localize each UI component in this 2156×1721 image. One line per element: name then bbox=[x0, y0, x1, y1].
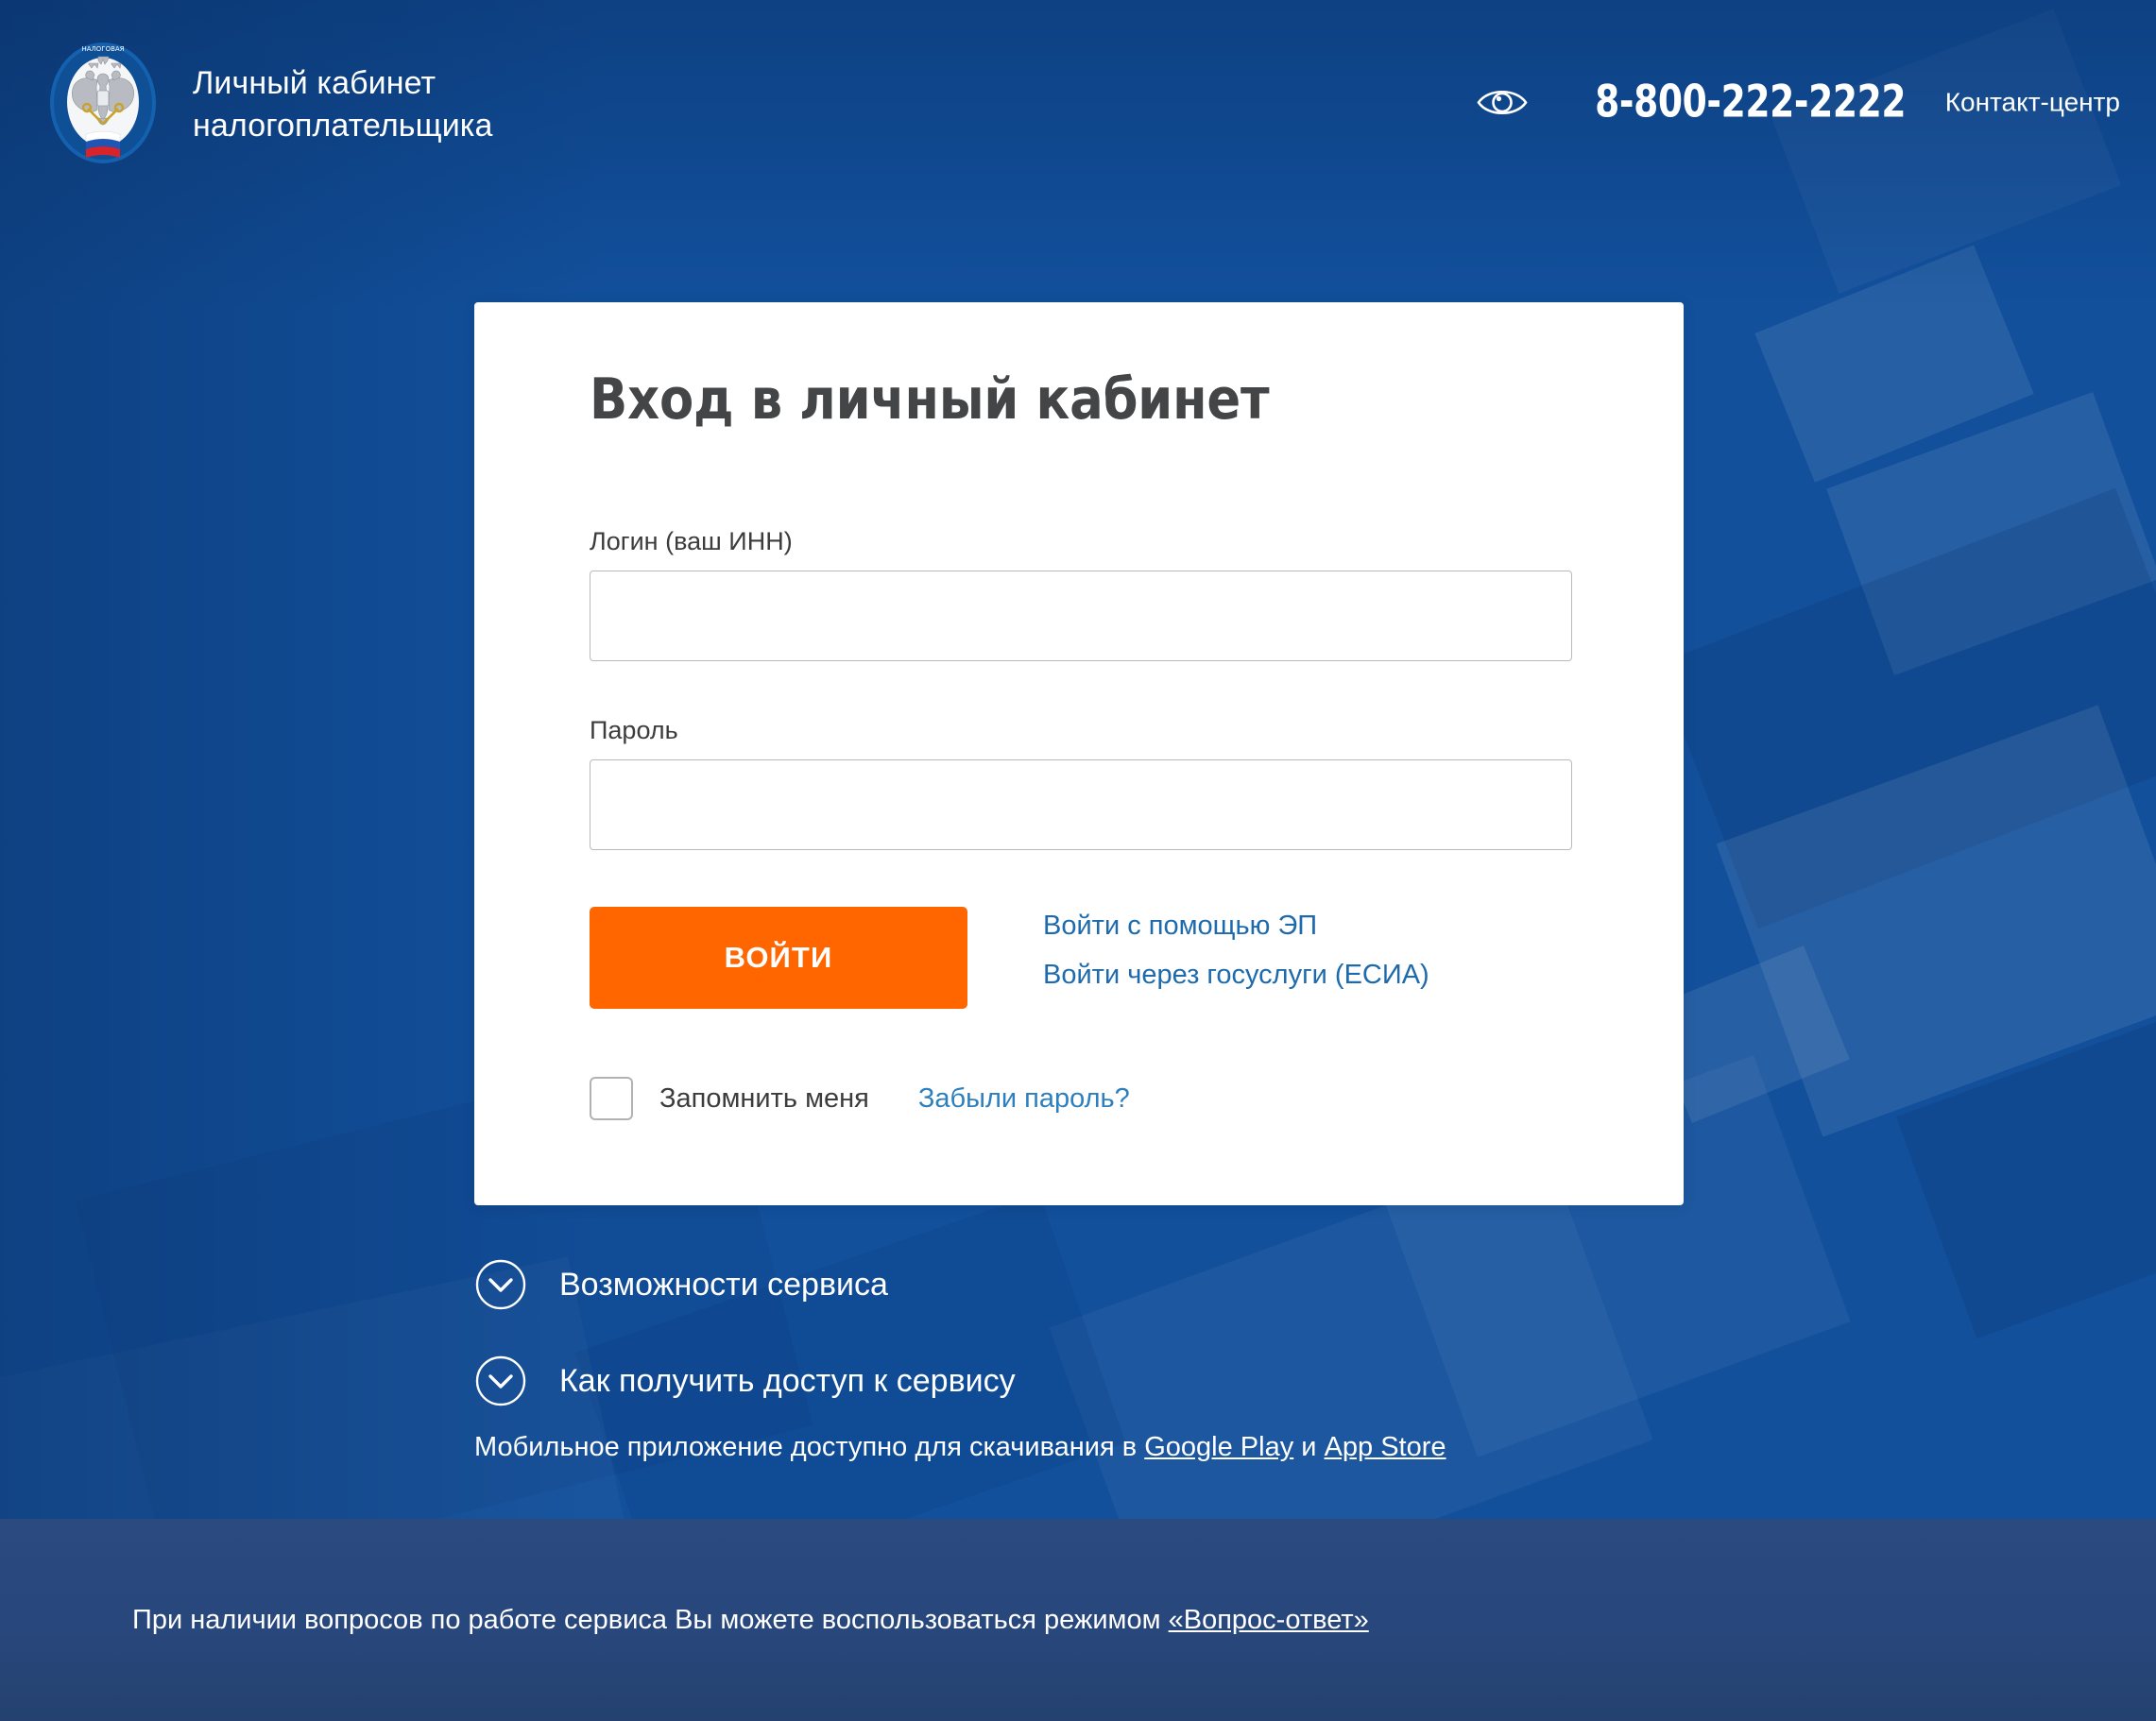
login-submit-button[interactable]: ВОЙТИ bbox=[590, 907, 967, 1009]
login-with-digital-signature-link[interactable]: Войти с помощью ЭП bbox=[1043, 912, 1429, 940]
accordion-label: Как получить доступ к сервису bbox=[559, 1362, 1016, 1399]
site-header: НАЛОГОВАЯ Личный кабинет налогоплательщи… bbox=[0, 0, 2156, 219]
password-field-group: Пароль bbox=[590, 718, 1572, 850]
google-play-link[interactable]: Google Play bbox=[1144, 1432, 1293, 1462]
footer-help-text: При наличии вопросов по работе сервиса В… bbox=[0, 1605, 1369, 1636]
forgot-password-link[interactable]: Забыли пароль? bbox=[918, 1083, 1130, 1115]
footer-text-prefix: При наличии вопросов по работе сервиса В… bbox=[132, 1604, 1169, 1635]
page-title: Вход в личный кабинет bbox=[590, 366, 1270, 433]
alternative-login-links: Войти с помощью ЭП Войти через госуслуги… bbox=[1043, 912, 1429, 989]
app-store-link[interactable]: App Store bbox=[1325, 1432, 1446, 1462]
remember-me-row: Запомнить меня Забыли пароль? bbox=[590, 1077, 1130, 1120]
login-card: Вход в личный кабинет Логин (ваш ИНН) Па… bbox=[474, 302, 1684, 1205]
remember-me-checkbox[interactable] bbox=[590, 1077, 633, 1120]
accordion-item-service-features[interactable]: Возможности сервиса bbox=[474, 1245, 1684, 1324]
question-answer-link[interactable]: «Вопрос-ответ» bbox=[1169, 1605, 1369, 1635]
chevron-down-icon bbox=[474, 1258, 527, 1311]
remember-me-label[interactable]: Запомнить меня bbox=[659, 1083, 869, 1115]
accordion-label: Возможности сервиса bbox=[559, 1266, 888, 1303]
brand-block[interactable]: НАЛОГОВАЯ Личный кабинет налогоплательщи… bbox=[34, 36, 493, 174]
accordion-item-how-to-get-access[interactable]: Как получить доступ к сервису bbox=[474, 1341, 1684, 1421]
header-contact-block: 8-800-222-2222 Контакт-центр bbox=[1475, 77, 2120, 128]
brand-title: Личный кабинет налогоплательщика bbox=[193, 65, 493, 144]
password-input[interactable] bbox=[590, 759, 1572, 850]
info-accordion: Возможности сервиса Как получить доступ … bbox=[474, 1245, 1684, 1421]
mobile-app-text-prefix: Мобильное приложение доступно для скачив… bbox=[474, 1432, 1145, 1462]
password-field-label: Пароль bbox=[590, 716, 678, 744]
svg-text:НАЛОГОВАЯ: НАЛОГОВАЯ bbox=[81, 45, 124, 53]
federal-tax-service-emblem-icon: НАЛОГОВАЯ bbox=[34, 36, 172, 174]
login-input[interactable] bbox=[590, 571, 1572, 661]
mobile-app-notice: Мобильное приложение доступно для скачив… bbox=[474, 1432, 1446, 1463]
chevron-down-icon bbox=[474, 1355, 527, 1407]
login-field-label: Логин (ваш ИНН) bbox=[590, 527, 793, 555]
login-field-group: Логин (ваш ИНН) bbox=[590, 529, 1572, 661]
login-action-row: ВОЙТИ Войти с помощью ЭП Войти через гос… bbox=[590, 907, 1572, 1009]
contact-center-label: Контакт-центр bbox=[1944, 87, 2120, 116]
eye-icon[interactable] bbox=[1475, 82, 1530, 122]
site-footer: При наличии вопросов по работе сервиса В… bbox=[0, 1519, 2156, 1721]
mobile-app-conjunction: и bbox=[1293, 1432, 1325, 1462]
login-with-gosuslugi-esia-link[interactable]: Войти через госуслуги (ЕСИА) bbox=[1043, 962, 1429, 989]
contact-phone-number[interactable]: 8-800-222-2222 bbox=[1596, 77, 1907, 128]
